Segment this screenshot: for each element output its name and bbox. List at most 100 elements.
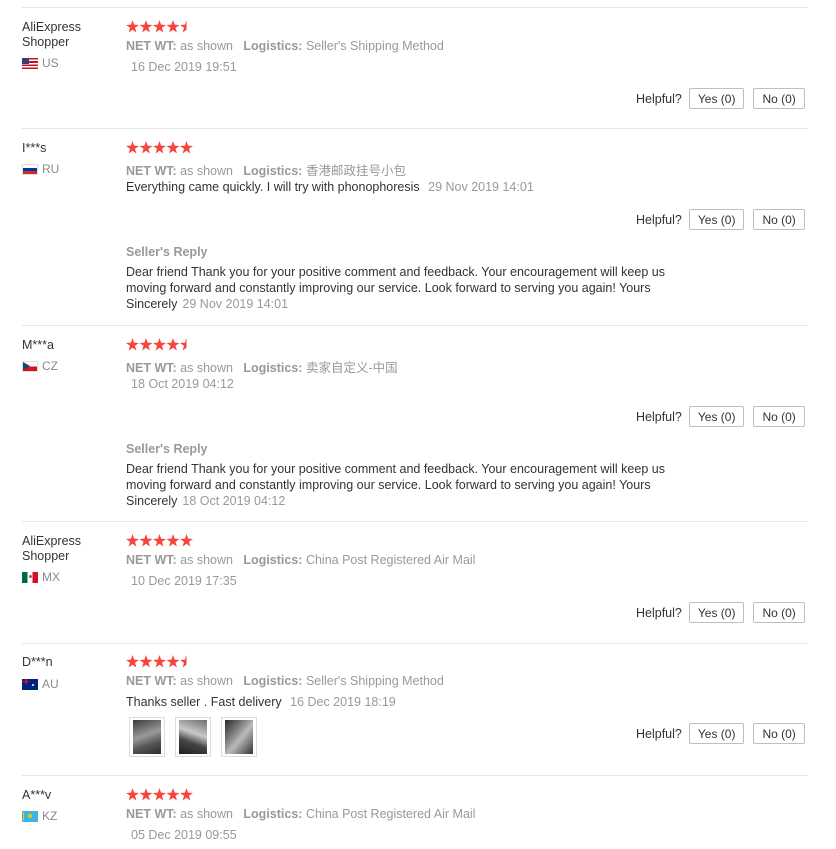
seller-reply-title: Seller's Reply xyxy=(126,245,208,259)
divider xyxy=(22,521,808,522)
helpful-no-button[interactable]: No (0) xyxy=(753,602,805,623)
reviewer-name: M***a xyxy=(22,338,54,352)
star-icon xyxy=(126,655,139,668)
review-content: 16 Dec 2019 19:51 xyxy=(126,60,237,74)
divider xyxy=(22,325,808,326)
star-icon xyxy=(166,788,180,801)
feedback-list: AliExpress Shopper US NET WT: as shown L… xyxy=(0,0,836,849)
reviewer-country: RU xyxy=(22,162,59,176)
rating-stars xyxy=(126,788,194,802)
star-icon xyxy=(153,20,166,33)
helpful-label: Helpful? xyxy=(636,726,682,741)
reviewer-name: AliExpress Shopper xyxy=(22,534,82,563)
reviewer-name: D***n xyxy=(22,655,53,669)
helpful-vote: Helpful? Yes (0) No (0) xyxy=(636,723,814,744)
reviewer-name: I***s xyxy=(22,141,47,155)
star-icon xyxy=(153,788,166,801)
helpful-vote: Helpful? Yes (0) No (0) xyxy=(636,209,814,230)
helpful-no-button[interactable]: No (0) xyxy=(753,406,805,427)
star-icon xyxy=(139,20,153,33)
star-icon xyxy=(139,534,153,547)
star-icon xyxy=(166,141,180,154)
review-date: 10 Dec 2019 17:35 xyxy=(131,574,237,588)
au-flag-icon xyxy=(22,678,38,690)
mx-flag-icon xyxy=(22,571,38,583)
star-icon xyxy=(126,788,139,801)
helpful-yes-button[interactable]: Yes (0) xyxy=(688,406,745,427)
review-date: 05 Dec 2019 09:55 xyxy=(131,828,237,842)
star-icon xyxy=(153,534,166,547)
star-icon xyxy=(166,20,180,33)
helpful-label: Helpful? xyxy=(636,212,682,227)
rating-stars xyxy=(126,338,187,352)
rating-stars xyxy=(126,534,194,548)
star-icon xyxy=(126,20,139,33)
star-icon xyxy=(180,141,193,154)
cz-flag-icon xyxy=(22,360,38,372)
reviewer-country: CZ xyxy=(22,359,58,373)
reviewer-country: MX xyxy=(22,570,60,584)
helpful-vote: Helpful? Yes (0) No (0) xyxy=(636,406,814,427)
helpful-label: Helpful? xyxy=(636,605,682,620)
helpful-no-button[interactable]: No (0) xyxy=(753,723,805,744)
star-icon xyxy=(139,788,153,801)
reviewer-country: KZ xyxy=(22,809,57,823)
review-date: 16 Dec 2019 19:51 xyxy=(131,60,237,74)
order-info: NET WT: as shown Logistics: Seller's Shi… xyxy=(126,674,444,688)
review-content: 18 Oct 2019 04:12 xyxy=(126,377,234,391)
review-date: 29 Nov 2019 14:01 xyxy=(428,180,534,194)
half-star-icon xyxy=(180,655,187,668)
review-content: Everything came quickly. I will try with… xyxy=(126,180,534,194)
review-date: 18 Oct 2019 04:12 xyxy=(131,377,234,391)
order-info: NET WT: as shown Logistics: China Post R… xyxy=(126,807,476,821)
helpful-no-button[interactable]: No (0) xyxy=(753,88,805,109)
star-icon xyxy=(126,141,139,154)
review-content: Thanks seller . Fast delivery 16 Dec 201… xyxy=(126,695,396,709)
divider xyxy=(22,775,808,776)
review-content: 05 Dec 2019 09:55 xyxy=(126,828,237,842)
helpful-yes-button[interactable]: Yes (0) xyxy=(688,602,745,623)
star-icon xyxy=(180,534,193,547)
star-icon xyxy=(139,655,153,668)
review-comment: Thanks seller . Fast delivery xyxy=(126,695,282,709)
star-icon xyxy=(153,338,166,351)
star-icon xyxy=(126,534,139,547)
order-info: NET WT: as shown Logistics: 卖家自定义-中国 xyxy=(126,361,398,375)
helpful-label: Helpful? xyxy=(636,91,682,106)
order-info: NET WT: as shown Logistics: Seller's Shi… xyxy=(126,39,444,53)
divider xyxy=(22,128,808,129)
reviewer-name: AliExpress Shopper xyxy=(22,20,82,49)
star-icon xyxy=(166,534,180,547)
order-info: NET WT: as shown Logistics: China Post R… xyxy=(126,553,476,567)
review-photo[interactable] xyxy=(175,717,211,757)
helpful-yes-button[interactable]: Yes (0) xyxy=(688,88,745,109)
reply-date: 18 Oct 2019 04:12 xyxy=(182,494,286,508)
ru-flag-icon xyxy=(22,163,38,175)
helpful-vote: Helpful? Yes (0) No (0) xyxy=(636,602,814,623)
helpful-yes-button[interactable]: Yes (0) xyxy=(688,209,745,230)
helpful-no-button[interactable]: No (0) xyxy=(753,209,805,230)
star-icon xyxy=(166,338,180,351)
helpful-vote: Helpful? Yes (0) No (0) xyxy=(636,88,814,109)
star-icon xyxy=(153,655,166,668)
us-flag-icon xyxy=(22,57,38,69)
review-date: 16 Dec 2019 18:19 xyxy=(290,695,396,709)
rating-stars xyxy=(126,655,187,669)
star-icon xyxy=(166,655,180,668)
kz-flag-icon xyxy=(22,810,38,822)
half-star-icon xyxy=(180,338,187,351)
half-star-icon xyxy=(180,20,187,33)
seller-reply-text: Dear friend Thank you for your positive … xyxy=(126,462,665,508)
review-photo[interactable] xyxy=(129,717,165,757)
reviewer-name: A***v xyxy=(22,788,52,802)
rating-stars xyxy=(126,20,187,34)
star-icon xyxy=(180,788,193,801)
star-icon xyxy=(153,141,166,154)
star-icon xyxy=(126,338,139,351)
reviewer-country: AU xyxy=(22,677,59,691)
review-content: 10 Dec 2019 17:35 xyxy=(126,574,237,588)
star-icon xyxy=(139,338,153,351)
divider xyxy=(22,643,808,644)
review-photo[interactable] xyxy=(221,717,257,757)
helpful-yes-button[interactable]: Yes (0) xyxy=(688,723,745,744)
